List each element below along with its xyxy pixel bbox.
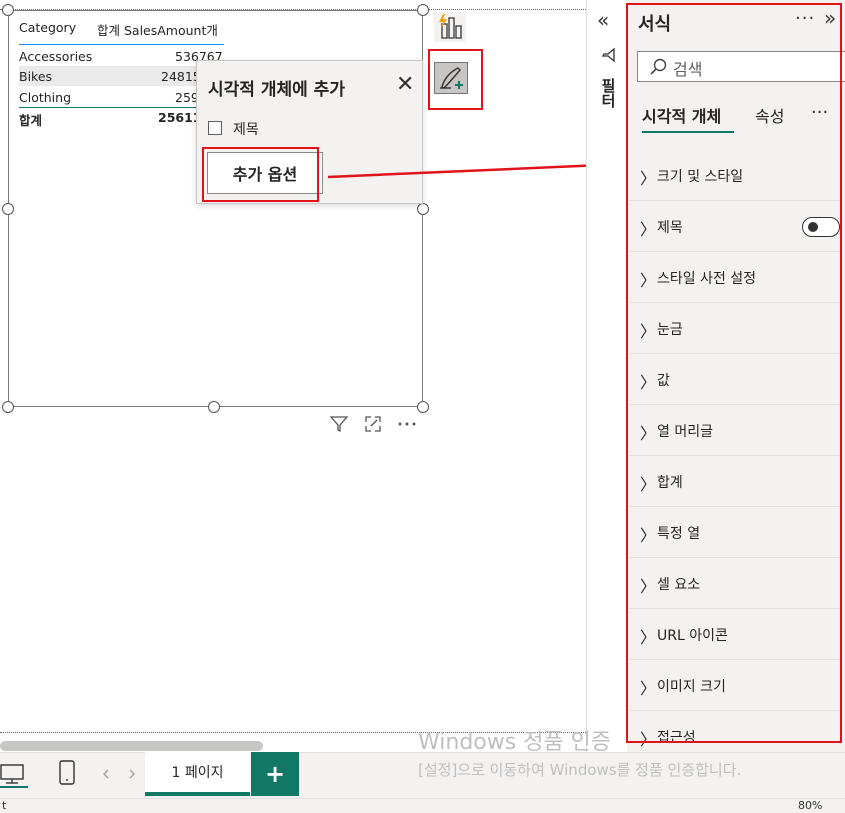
highlight-format-button: [428, 49, 483, 110]
table-row-value: 24815: [161, 69, 201, 84]
annotation-arrow: [327, 156, 612, 179]
filter-icon[interactable]: [329, 414, 349, 434]
column-header-sales[interactable]: 합계 SalesAmount개: [97, 20, 218, 39]
popup-title: 시각적 개체에 추가: [208, 80, 345, 100]
horizontal-scrollbar[interactable]: [0, 741, 263, 751]
collapse-filters-icon[interactable]: «: [597, 8, 609, 32]
close-icon[interactable]: ✕: [396, 74, 414, 96]
filters-pane-collapsed[interactable]: [586, 0, 628, 813]
total-label: 합계: [19, 113, 43, 128]
activation-watermark-text: [설정]으로 이동하여 Windows를 정품 인증합니다.: [418, 761, 742, 779]
total-divider: [19, 107, 224, 108]
resize-handle-bottom-right[interactable]: [417, 401, 429, 413]
filters-pane-label[interactable]: 필터: [598, 78, 619, 108]
more-options-icon[interactable]: [397, 414, 417, 434]
resize-handle-left[interactable]: [2, 203, 14, 215]
table-row-category: Accessories: [19, 49, 93, 64]
title-checkbox-label: 제목: [233, 122, 259, 138]
resize-handle-bottom-left[interactable]: [2, 401, 14, 413]
desktop-icon[interactable]: [0, 760, 28, 788]
column-header-category[interactable]: Category: [19, 20, 76, 35]
table-row-category: Bikes: [19, 69, 53, 84]
table-row-category: Clothing: [19, 90, 72, 105]
zoom-level[interactable]: 80%: [798, 799, 822, 812]
resize-handle-top-right[interactable]: [417, 4, 429, 16]
resize-handle-right[interactable]: [417, 203, 429, 215]
filter-pane-icon: [601, 47, 615, 63]
mobile-icon[interactable]: [58, 759, 78, 787]
title-checkbox[interactable]: [208, 121, 222, 135]
highlight-add-options: [202, 147, 319, 202]
chevron-right-icon[interactable]: [126, 768, 138, 780]
resize-handle-top-left[interactable]: [2, 4, 14, 16]
highlight-format-pane: [626, 3, 842, 743]
header-divider: [19, 44, 224, 45]
activation-watermark-title: Windows 정품 인증: [418, 730, 612, 755]
build-visual-icon[interactable]: [434, 12, 466, 42]
page-tab[interactable]: 1 페이지: [145, 752, 250, 796]
resize-handle-bottom[interactable]: [208, 401, 220, 413]
focus-mode-icon[interactable]: [363, 414, 383, 434]
chevron-left-icon[interactable]: [100, 768, 112, 780]
total-value: 25611: [158, 110, 202, 125]
add-page-button[interactable]: +: [251, 752, 299, 796]
status-bar: [0, 798, 845, 813]
status-text: t: [2, 799, 7, 812]
